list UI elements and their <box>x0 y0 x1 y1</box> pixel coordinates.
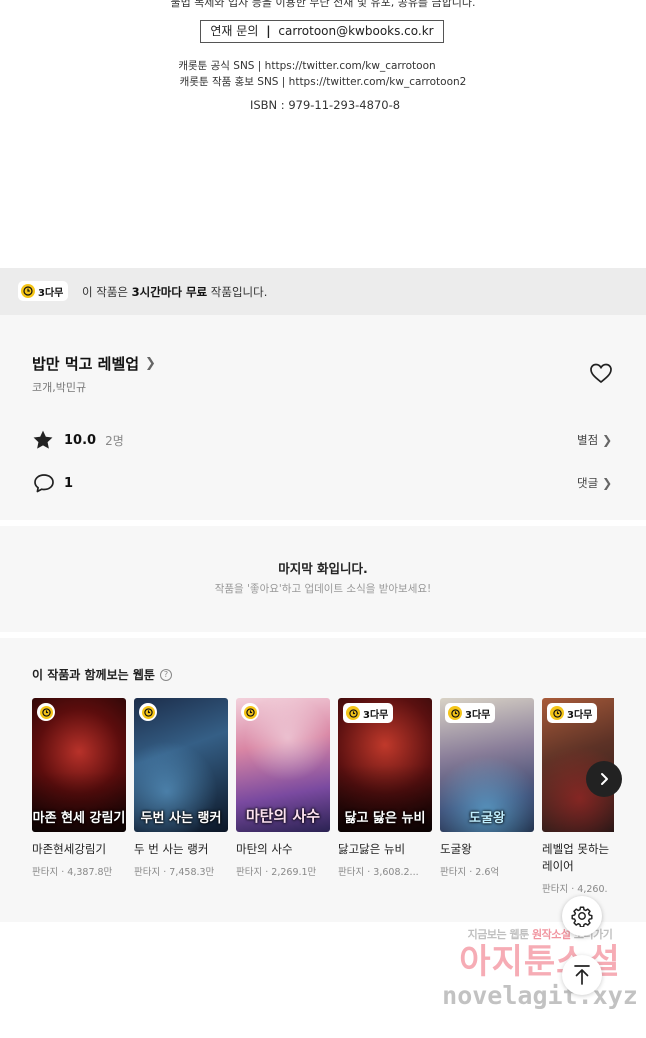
rating-score: 10.0 <box>64 432 97 448</box>
scroll-to-top-button[interactable] <box>562 955 602 995</box>
site-watermark: 지금보는 웹툰 원작소설 보러가기 아지툰소설 novelagit.xyz <box>440 926 640 1010</box>
webtoon-cover[interactable]: 마탄의 사수 <box>236 698 330 832</box>
rating-row: 10.0 2명 <box>32 429 124 451</box>
webtoon-cover[interactable]: 마존 현세 강림기 <box>32 698 126 832</box>
last-episode-notice: 마지막 화입니다. 작품을 '좋아요'하고 업데이트 소식을 받아보세요! <box>0 526 646 632</box>
3damu-badge: 3다무 <box>18 281 69 301</box>
speech-bubble-icon <box>34 474 54 493</box>
webtoon-title: 레벨업 못하는 레이어 <box>542 842 610 873</box>
cover-title: 도굴왕 <box>469 811 505 826</box>
badge-label: 3다무 <box>38 287 64 299</box>
webtoon-cover[interactable]: 3다무 닳고 닳은 뉴비 <box>338 698 432 832</box>
webtoon-card[interactable]: 3다무 도굴왕 도굴왕 판타지 · 2.6억 <box>440 698 534 878</box>
cover-title: 닳고 닳은 뉴비 <box>344 811 426 826</box>
chevron-right-icon: ❯ <box>145 356 156 371</box>
clock-icon <box>550 706 564 720</box>
3damu-badge: 3다무 <box>343 703 394 723</box>
cover-title: 두번 사는 랭커 <box>140 811 222 826</box>
webtoon-cover[interactable]: 두번 사는 랭커 <box>134 698 228 832</box>
help-icon[interactable]: ? <box>159 668 172 681</box>
webtoon-title: 마존현세강림기 <box>32 842 107 856</box>
star-filled-icon <box>33 430 53 449</box>
webtoon-title: 마탄의 사수 <box>236 842 293 856</box>
work-title-link[interactable]: 밥만 먹고 레벨업 ❯ <box>32 353 156 374</box>
webtoon-cover[interactable]: 3다무 도굴왕 <box>440 698 534 832</box>
3damu-badge: 3다무 <box>547 703 598 723</box>
rate-button[interactable]: 별점 ❯ <box>577 432 612 448</box>
work-authors: 코개,박민규 <box>32 381 87 394</box>
watermark-line1: 지금보는 웹툰 원작소설 보러가기 <box>467 928 613 941</box>
free-message: 이 작품은 3시간마다 무료 작품입니다. <box>82 285 268 299</box>
sns-promo: 캐롯툰 작품 홍보 SNS | https://twitter.com/kw_c… <box>179 76 467 88</box>
webtoon-meta: 판타지 · 7,458.3만 <box>134 867 215 878</box>
comments-button[interactable]: 댓글 ❯ <box>577 475 612 491</box>
clock-icon <box>139 703 157 721</box>
3damu-badge: 3다무 <box>445 703 496 723</box>
sns-official: 캐롯툰 공식 SNS | https://twitter.com/kw_carr… <box>178 60 436 72</box>
clock-icon <box>37 703 55 721</box>
chevron-right-icon <box>601 773 608 785</box>
heart-outline-icon[interactable] <box>589 362 613 384</box>
webtoon-card[interactable]: 두번 사는 랭커 두 번 사는 랭커 판타지 · 7,458.3만 <box>134 698 228 878</box>
clock-icon <box>21 284 35 298</box>
clock-icon <box>448 706 462 720</box>
arrow-up-icon <box>574 965 590 985</box>
recommendations-rail[interactable]: 마존 현세 강림기 마존현세강림기 판타지 · 4,387.8만 두번 사는 랭… <box>32 698 614 918</box>
webtoon-meta: 판타지 · 2,269.1만 <box>236 867 317 878</box>
webtoon-meta: 판타지 · 4,387.8만 <box>32 867 113 878</box>
comment-label: 댓글 <box>577 476 599 490</box>
contact-label: 연재 문의 <box>210 24 259 38</box>
rate-label: 별점 <box>577 433 599 447</box>
last-episode-subtitle: 작품을 '좋아요'하고 업데이트 소식을 받아보세요! <box>214 583 432 595</box>
chevron-right-icon: ❯ <box>602 476 613 490</box>
gear-icon <box>571 906 593 927</box>
chevron-right-icon: ❯ <box>602 433 613 447</box>
credits-section: 불법 복제와 업자 등을 이용한 무단 전재 및 유포, 공유를 금합니다. 연… <box>0 0 646 268</box>
clock-icon <box>346 706 360 720</box>
clock-icon <box>241 703 259 721</box>
recommendations-section: 이 작품과 함께보는 웹툰 ? 마존 현세 강림기 마존현세강림기 판타지 · … <box>0 638 646 922</box>
webtoon-meta: 판타지 · 3,608.2... <box>338 867 419 878</box>
last-episode-title: 마지막 화입니다. <box>278 561 368 576</box>
recommendations-heading: 이 작품과 함께보는 웹툰 ? <box>32 666 172 683</box>
webtoon-card[interactable]: 마존 현세 강림기 마존현세강림기 판타지 · 4,387.8만 <box>32 698 126 878</box>
viewer-settings-button[interactable] <box>562 896 602 936</box>
cover-title: 마존 현세 강림기 <box>32 811 126 826</box>
comment-row: 1 <box>33 473 73 493</box>
copyright-notice: 불법 복제와 업자 등을 이용한 무단 전재 및 유포, 공유를 금합니다. <box>170 0 476 9</box>
webtoon-title: 두 번 사는 랭커 <box>134 842 209 856</box>
webtoon-title: 도굴왕 <box>440 842 472 856</box>
isbn: ISBN : 979-11-293-4870-8 <box>249 98 401 112</box>
webtoon-title: 닳고닳은 뉴비 <box>338 842 406 856</box>
contact-email[interactable]: carrotoon@kwbooks.co.kr <box>278 24 433 38</box>
cover-title: 마탄의 사수 <box>245 807 321 825</box>
work-info-section: 밥만 먹고 레벨업 ❯ 코개,박민규 10.0 2명 별점 ❯ 1 댓글 ❯ <box>0 315 646 520</box>
webtoon-card[interactable]: 마탄의 사수 마탄의 사수 판타지 · 2,269.1만 <box>236 698 330 878</box>
webtoon-meta: 판타지 · 2.6억 <box>440 867 500 878</box>
webtoon-meta: 판타지 · 4,260. <box>542 884 608 895</box>
carousel-next-button[interactable] <box>586 761 622 797</box>
webtoon-card[interactable]: 3다무 닳고 닳은 뉴비 닳고닳은 뉴비 판타지 · 3,608.2... <box>338 698 432 878</box>
work-title: 밥만 먹고 레벨업 <box>32 355 140 373</box>
contact-box: 연재 문의 | carrotoon@kwbooks.co.kr <box>200 20 444 43</box>
watermark-line3: novelagit.xyz <box>442 981 638 1010</box>
watermark-line2: 아지툰소설 <box>459 942 621 982</box>
free-every-3h-banner: 3다무 이 작품은 3시간마다 무료 작품입니다. <box>0 268 646 315</box>
free-message-bold: 3시간마다 무료 <box>131 285 208 299</box>
rating-count: 2명 <box>105 433 124 448</box>
comment-count: 1 <box>64 475 74 491</box>
